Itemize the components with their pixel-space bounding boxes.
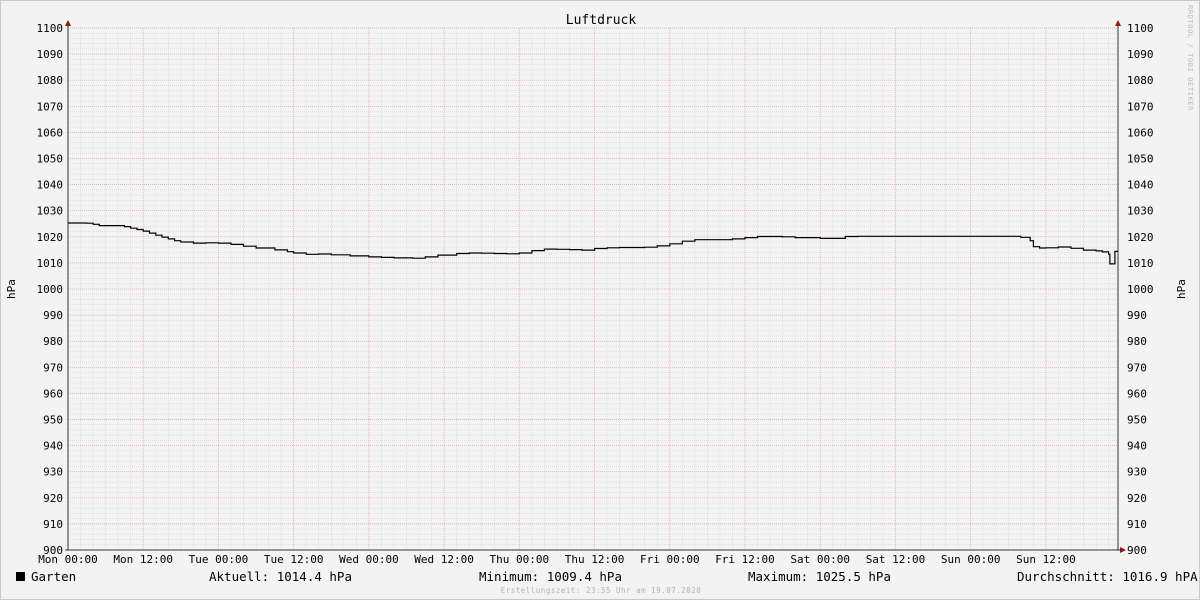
y-tick-label: 1100 [37, 22, 64, 35]
y-tick-label: 1000 [37, 283, 64, 296]
legend-swatch [16, 572, 25, 581]
y-tick-label: 1060 [37, 126, 64, 139]
x-axis-arrow [1120, 547, 1126, 553]
y-tick-label-right: 1080 [1127, 74, 1154, 87]
y-tick-label-right: 1090 [1127, 48, 1154, 61]
x-tick-label: Wed 00:00 [339, 553, 399, 566]
x-tick-label: Sun 12:00 [1016, 553, 1076, 566]
x-tick-label: Fri 00:00 [640, 553, 700, 566]
legend-average: Durchschnitt: 1016.9 hPA [1017, 569, 1198, 584]
y-tick-label: 1030 [37, 205, 64, 218]
x-tick-label: Sun 00:00 [941, 553, 1001, 566]
y-tick-label-right: 940 [1127, 440, 1147, 453]
footer-timestamp: Erstellungszeit: 23:55 Uhr am 19.07.2020 [500, 586, 702, 595]
y-tick-label: 920 [43, 492, 63, 505]
y-tick-label: 1050 [37, 153, 64, 166]
legend-series-label: Garten [31, 569, 77, 584]
y-tick-label-right: 1020 [1127, 231, 1154, 244]
legend-series: Garten [16, 569, 76, 584]
x-tick-label: Fri 12:00 [715, 553, 775, 566]
x-tick-labels: Mon 00:00 Mon 12:00 Tue 00:00 Tue 12:00 Wed … [38, 553, 1076, 566]
y-tick-label-right: 1040 [1127, 179, 1154, 192]
y-tick-label: 1020 [37, 231, 64, 244]
x-tick-label: Thu 00:00 [489, 553, 549, 566]
y-tick-label-right: 920 [1127, 492, 1147, 505]
x-tick-label: Tue 12:00 [264, 553, 324, 566]
y-axis-arrow-right [1115, 20, 1121, 26]
x-tick-label: Sat 12:00 [866, 553, 926, 566]
y-tick-label-right: 900 [1127, 544, 1147, 557]
y-tick-label: 1080 [37, 74, 64, 87]
y-tick-label: 1010 [37, 257, 64, 270]
y-tick-label-right: 1100 [1127, 22, 1154, 35]
y-tick-label: 930 [43, 466, 63, 479]
y-tick-labels-right: 900 910 920 930 940 950 960 970 980 990 1000 1010 10… [1127, 22, 1154, 557]
y-tick-label: 1090 [37, 48, 64, 61]
y-tick-label: 1070 [37, 100, 64, 113]
y-tick-label-right: 1010 [1127, 257, 1154, 270]
major-grid [67, 27, 1118, 551]
y-tick-label: 990 [43, 309, 63, 322]
legend-minimum: Minimum: 1009.4 hPa [479, 569, 622, 584]
y-tick-label-right: 950 [1127, 414, 1147, 427]
y-axis-label-left: hPa [5, 279, 18, 299]
y-tick-label-right: 910 [1127, 518, 1147, 531]
x-tick-label: Wed 12:00 [414, 553, 474, 566]
y-tick-label: 970 [43, 361, 63, 374]
y-tick-label: 960 [43, 387, 63, 400]
y-tick-label-right: 1000 [1127, 283, 1154, 296]
y-tick-label-right: 1050 [1127, 153, 1154, 166]
pressure-chart: 900 910 920 930 940 950 960 970 980 990 1000 1010 10… [5, 5, 1194, 566]
x-tick-label: Tue 00:00 [189, 553, 249, 566]
axes [65, 20, 1126, 553]
chart-stage: 900 910 920 930 940 950 960 970 980 990 1000 1010 10… [0, 0, 1200, 600]
y-tick-label-right: 960 [1127, 387, 1147, 400]
y-tick-label-right: 990 [1127, 309, 1147, 322]
x-tick-label: Mon 12:00 [113, 553, 173, 566]
y-axis-arrow-left [65, 20, 71, 26]
x-tick-label: Sat 00:00 [790, 553, 850, 566]
rrdtool-watermark: RRDTOOL / TOBI OETIKER [1186, 5, 1194, 111]
y-tick-label: 980 [43, 335, 63, 348]
y-tick-label-right: 970 [1127, 361, 1147, 374]
legend-maximum: Maximum: 1025.5 hPa [748, 569, 891, 584]
legend-current: Aktuell: 1014.4 hPa [209, 569, 352, 584]
y-tick-label-right: 1060 [1127, 126, 1154, 139]
y-tick-label: 940 [43, 440, 63, 453]
y-tick-label: 950 [43, 414, 63, 427]
y-tick-label-right: 1030 [1127, 205, 1154, 218]
chart-title: Luftdruck [566, 13, 637, 28]
y-tick-label: 1040 [37, 179, 64, 192]
y-tick-label-right: 930 [1127, 466, 1147, 479]
y-tick-label: 910 [43, 518, 63, 531]
y-tick-labels-left: 9009109209309409509609709809901000101010… [37, 22, 64, 557]
y-tick-label-right: 980 [1127, 335, 1147, 348]
x-tick-label: Mon 00:00 [38, 553, 98, 566]
y-tick-label-right: 1070 [1127, 100, 1154, 113]
x-tick-label: Thu 12:00 [565, 553, 625, 566]
y-axis-label-right: hPa [1175, 279, 1188, 299]
